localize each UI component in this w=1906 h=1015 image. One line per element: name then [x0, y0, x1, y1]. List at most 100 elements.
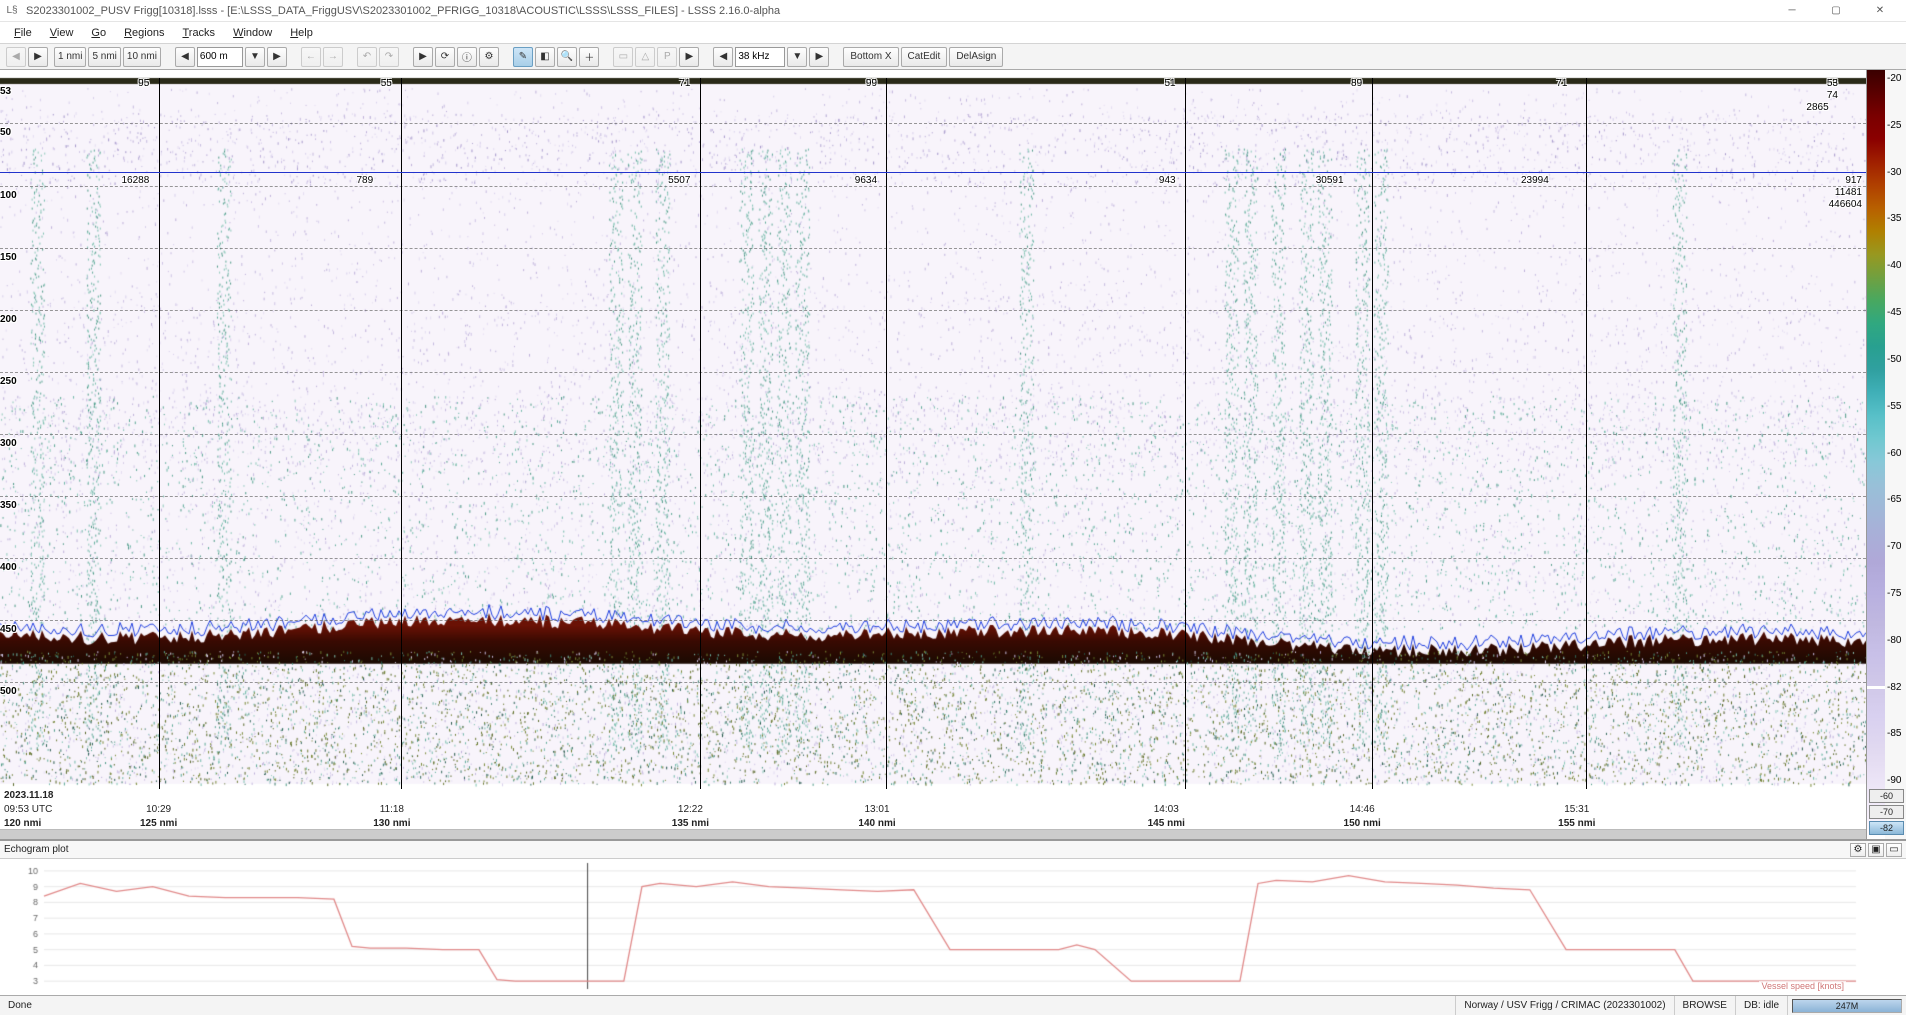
refresh-button[interactable]: ⟳	[435, 47, 455, 67]
menu-file[interactable]: File	[6, 25, 40, 41]
add-tool-button[interactable]: ＋	[579, 47, 599, 67]
colorscale-tick: -20	[1887, 73, 1901, 84]
settings-button[interactable]: ⚙	[479, 47, 499, 67]
distance-label: 150 nmi	[1342, 818, 1383, 829]
distance-label: 130 nmi	[371, 818, 412, 829]
toolbar: ◀ ▶ 1 nmi5 nmi10 nmi ◀ ▼ ▶ ← → ↶ ↷ ▶ ⟳ ⓘ…	[0, 44, 1906, 70]
scale-1nmi[interactable]: 1 nmi	[54, 47, 86, 67]
lower-plot-title: Echogram plot	[4, 844, 68, 855]
pencil-tool-button[interactable]: ✎	[513, 47, 533, 67]
color-gradient	[1867, 70, 1885, 839]
lower-settings-button[interactable]: ⚙	[1850, 843, 1866, 857]
menu-regions[interactable]: Regions	[116, 25, 172, 41]
time-label: 14:46	[1348, 804, 1377, 815]
window-controls: ─ ▢ ✕	[1770, 0, 1902, 22]
nav-forward-button[interactable]: ▶	[28, 47, 48, 67]
time-label: 11:18	[378, 804, 406, 815]
region-p-button[interactable]: P	[657, 47, 677, 67]
speed-chart-canvas	[0, 859, 1906, 995]
distance-label: 135 nmi	[670, 818, 711, 829]
segment-label: 16288	[121, 175, 149, 186]
colorscale-tick: -65	[1887, 494, 1901, 505]
menu-help[interactable]: Help	[282, 25, 321, 41]
scale-10nmi[interactable]: 10 nmi	[123, 47, 161, 67]
depth-tick: 100	[0, 190, 17, 201]
history-back-button[interactable]: ←	[301, 47, 321, 67]
frequency-input[interactable]	[735, 47, 785, 67]
window-title: S2023301002_PUSV Frigg[10318].lsss - [E:…	[26, 5, 1770, 17]
tb-bottom-x[interactable]: Bottom X	[843, 47, 898, 67]
segment-label: 5507	[668, 175, 690, 186]
menu-tracks[interactable]: Tracks	[174, 25, 223, 41]
colorscale-tick: -70	[1887, 541, 1901, 552]
depth-tick: 450	[0, 624, 17, 635]
info-button[interactable]: ⓘ	[457, 47, 477, 67]
menu-bar: FileViewGoRegionsTracksWindowHelp	[0, 22, 1906, 44]
nav-back-button[interactable]: ◀	[6, 47, 26, 67]
colorscale-tick: -60	[1887, 448, 1901, 459]
threshold-preset[interactable]: -60	[1869, 789, 1904, 803]
colorscale-tick: -50	[1887, 354, 1901, 365]
eraser-tool-button[interactable]: ◧	[535, 47, 555, 67]
distance-label: 155 nmi	[1556, 818, 1597, 829]
depth-input[interactable]	[197, 47, 243, 67]
segment-label: 9634	[855, 175, 877, 186]
region-tri-button[interactable]: △	[635, 47, 655, 67]
depth-tick: 400	[0, 562, 17, 573]
search-icon: 🔍	[561, 51, 573, 62]
status-survey: Norway / USV Frigg / CRIMAC (2023301002)	[1456, 996, 1674, 1015]
ping-count-label: 95	[138, 78, 149, 89]
app-icon: L§	[4, 3, 20, 19]
horizontal-scrollbar[interactable]	[0, 829, 1866, 839]
lower-expand-button[interactable]: ▣	[1868, 843, 1884, 857]
zoom-tool-button[interactable]: 🔍	[557, 47, 577, 67]
ping-count-label: 71	[1556, 78, 1567, 89]
time-label: 13:01	[863, 804, 892, 815]
depth-dropdown-button[interactable]: ▼	[245, 47, 265, 67]
threshold-preset[interactable]: -70	[1869, 805, 1904, 819]
tb-catedit[interactable]: CatEdit	[901, 47, 948, 67]
menu-window[interactable]: Window	[225, 25, 280, 41]
maximize-button[interactable]: ▢	[1814, 0, 1858, 22]
minimize-button[interactable]: ─	[1770, 0, 1814, 22]
play-button[interactable]: ▶	[413, 47, 433, 67]
close-button[interactable]: ✕	[1858, 0, 1902, 22]
region-play-button[interactable]: ▶	[679, 47, 699, 67]
ping-count-label: 74	[1827, 90, 1838, 101]
region-box-button[interactable]: ▭	[613, 47, 633, 67]
time-label: 14:03	[1152, 804, 1181, 815]
start-nmi-label: 120 nmi	[2, 818, 43, 829]
history-forward-button[interactable]: →	[323, 47, 343, 67]
colorscale-tick: -30	[1887, 167, 1901, 178]
segment-label: 11481	[1835, 187, 1862, 198]
threshold-preset[interactable]: -82	[1869, 821, 1904, 835]
ping-count-label: 2865	[1806, 102, 1828, 113]
pencil-icon: ✎	[519, 51, 527, 62]
colorscale-tick: -90	[1887, 775, 1901, 786]
menu-go[interactable]: Go	[83, 25, 114, 41]
depth-tick: 250	[0, 376, 17, 387]
freq-nav-left-button[interactable]: ◀	[713, 47, 733, 67]
scale-5nmi[interactable]: 5 nmi	[88, 47, 120, 67]
depth-nav-right-button[interactable]: ▶	[267, 47, 287, 67]
lower-close-button[interactable]: ▭	[1886, 843, 1902, 857]
undo-button[interactable]: ↶	[357, 47, 377, 67]
distance-label: 140 nmi	[856, 818, 897, 829]
ping-count-label: 51	[1164, 78, 1175, 89]
ping-count-label: 53	[1827, 78, 1838, 89]
menu-view[interactable]: View	[42, 25, 82, 41]
ping-count-label: 89	[1351, 78, 1362, 89]
echogram-view[interactable]: 5350100150200250300350400450500 2023.11.…	[0, 70, 1866, 839]
lower-plot-area[interactable]: Vessel speed [knots]	[0, 859, 1906, 995]
depth-tick: 200	[0, 314, 17, 325]
status-bar: Done Norway / USV Frigg / CRIMAC (202330…	[0, 995, 1906, 1015]
colorscale-tick: -45	[1887, 307, 1901, 318]
color-scale[interactable]: -20-25-30-35-40-45-50-55-60-65-70-75-80-…	[1866, 70, 1906, 839]
redo-button[interactable]: ↷	[379, 47, 399, 67]
freq-dropdown-button[interactable]: ▼	[787, 47, 807, 67]
freq-nav-right-button[interactable]: ▶	[809, 47, 829, 67]
tb-delasign[interactable]: DelAsign	[949, 47, 1003, 67]
segment-label: 446604	[1829, 199, 1862, 210]
depth-nav-left-button[interactable]: ◀	[175, 47, 195, 67]
ping-count-label: 71	[679, 78, 690, 89]
